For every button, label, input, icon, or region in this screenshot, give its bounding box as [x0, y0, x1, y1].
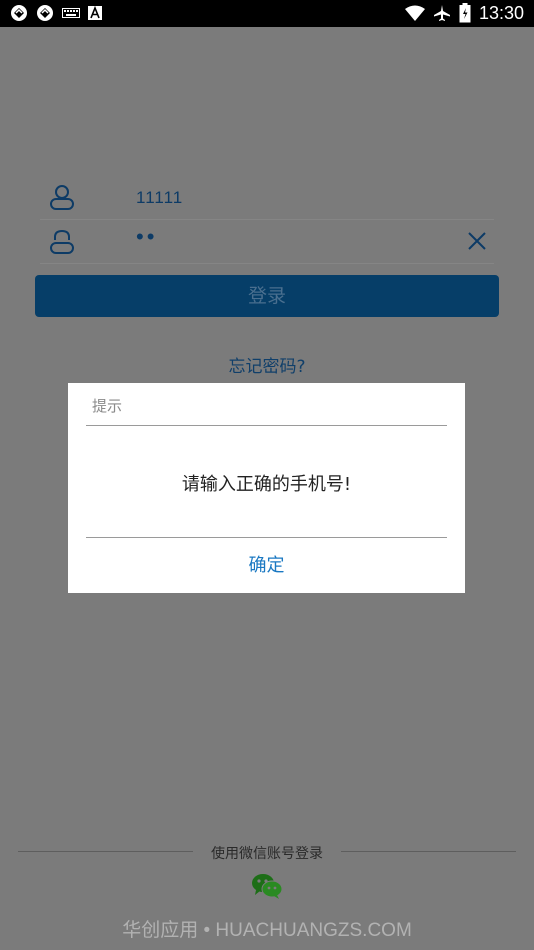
status-bar: 13:30 [0, 0, 534, 27]
a-icon [88, 6, 102, 20]
app-icon [11, 5, 27, 21]
wechat-login-label: 使用微信账号登录 [211, 846, 323, 862]
wechat-icon[interactable] [251, 872, 283, 900]
username-field[interactable]: 11111 [40, 174, 494, 220]
app-icon [37, 5, 53, 21]
login-button[interactable]: 登录 [35, 275, 499, 317]
confirm-button[interactable]: 确定 [68, 538, 465, 593]
wechat-login-divider: 使用微信账号登录 [18, 843, 516, 863]
close-icon[interactable] [464, 228, 490, 254]
password-field[interactable]: •• [40, 218, 494, 264]
username-value: 11111 [136, 188, 184, 207]
divider-line [341, 851, 516, 852]
alert-dialog: 提示 请输入正确的手机号! 确定 [68, 383, 465, 593]
lock-icon [50, 229, 74, 254]
airplane-icon [433, 5, 450, 21]
wifi-icon [404, 5, 425, 21]
dialog-title: 提示 [92, 397, 123, 415]
status-right-icons: 13:30 [404, 2, 524, 24]
password-value: •• [136, 224, 158, 249]
user-icon [50, 185, 74, 210]
status-left-icons [10, 4, 102, 22]
battery-icon [459, 3, 471, 23]
dialog-divider [86, 425, 447, 426]
dialog-message: 请输入正确的手机号! [181, 474, 352, 495]
watermark: 华创应用 • HUACHUANGZS.COM [122, 920, 412, 941]
keyboard-icon [62, 8, 80, 18]
status-time: 13:30 [478, 3, 524, 23]
forgot-password-link[interactable]: 忘记密码? [0, 352, 534, 377]
